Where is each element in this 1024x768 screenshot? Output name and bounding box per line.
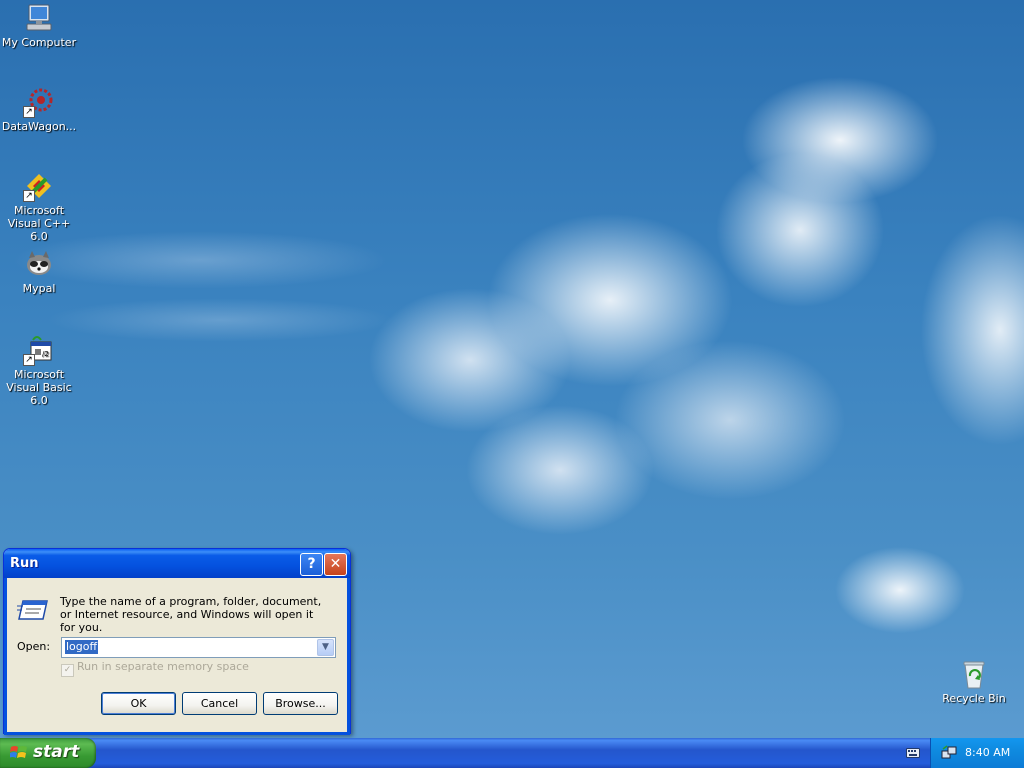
chevron-down-icon[interactable]: ▼ (317, 639, 334, 656)
network-icon[interactable] (941, 745, 957, 761)
clock[interactable]: 8:40 AM (965, 746, 1010, 759)
checkbox-check-icon: ✓ (61, 664, 74, 677)
cancel-button[interactable]: Cancel (182, 692, 257, 715)
run-dialog-titlebar[interactable]: Run ? ✕ (4, 549, 350, 578)
separate-memory-checkbox: ✓ Run in separate memory space (61, 660, 249, 677)
recycle-bin-icon (958, 658, 990, 690)
system-tray: 8:40 AM (930, 738, 1024, 768)
desktop-icon-visual-basic[interactable]: /2 ↗ Microsoft Visual Basic 6.0 (0, 334, 78, 407)
start-label: start (33, 742, 80, 762)
desktop-icon-label: Microsoft Visual C++ 6.0 (7, 204, 71, 243)
desktop-icon-datawagon[interactable]: ↗ DataWagon... (0, 86, 78, 133)
shortcut-arrow-icon: ↗ (23, 190, 35, 202)
visual-cpp-icon: ↗ (23, 170, 55, 202)
open-combobox[interactable]: logoff ▼ (61, 637, 336, 658)
desktop-icon-mypal[interactable]: Mypal (0, 248, 78, 295)
close-button[interactable]: ✕ (324, 553, 347, 576)
run-program-icon (17, 597, 49, 623)
desktop-icon-visual-cpp[interactable]: ↗ Microsoft Visual C++ 6.0 (0, 170, 78, 243)
desktop-icon-label: Mypal (22, 282, 56, 295)
shortcut-arrow-icon: ↗ (23, 354, 35, 366)
desktop-icon-recycle-bin[interactable]: Recycle Bin (935, 658, 1013, 705)
browse-button[interactable]: Browse... (263, 692, 338, 715)
window-title: Run (10, 556, 39, 571)
visual-basic-icon: /2 ↗ (23, 334, 55, 366)
desktop-icon-label: DataWagon... (1, 120, 77, 133)
svg-text:/2: /2 (42, 350, 49, 358)
my-computer-icon (23, 2, 55, 34)
taskbar: start 8:40 AM (0, 738, 1024, 768)
windows-logo-icon (10, 746, 27, 758)
open-label: Open: (17, 640, 51, 653)
open-input-value[interactable]: logoff (65, 640, 99, 654)
run-dialog-body: Type the name of a program, folder, docu… (4, 578, 350, 735)
keyboard-icon[interactable] (906, 747, 920, 759)
shortcut-arrow-icon: ↗ (23, 106, 35, 118)
mypal-icon (23, 248, 55, 280)
help-button[interactable]: ? (300, 553, 323, 576)
desktop-icon-my-computer[interactable]: My Computer (0, 2, 78, 49)
desktop-icon-label: My Computer (1, 36, 77, 49)
desktop-icon-label: Recycle Bin (942, 692, 1006, 705)
desktop: My Computer ↗ DataWagon... ↗ Microsoft V… (0, 0, 1024, 738)
start-button[interactable]: start (0, 738, 96, 768)
desktop-icon-label: Microsoft Visual Basic 6.0 (6, 368, 72, 407)
run-dialog: Run ? ✕ Type the name of a program, fold… (3, 548, 351, 735)
separate-memory-label: Run in separate memory space (77, 660, 249, 673)
datawagon-icon: ↗ (23, 86, 55, 118)
run-description: Type the name of a program, folder, docu… (60, 595, 322, 634)
ok-button[interactable]: OK (101, 692, 176, 715)
